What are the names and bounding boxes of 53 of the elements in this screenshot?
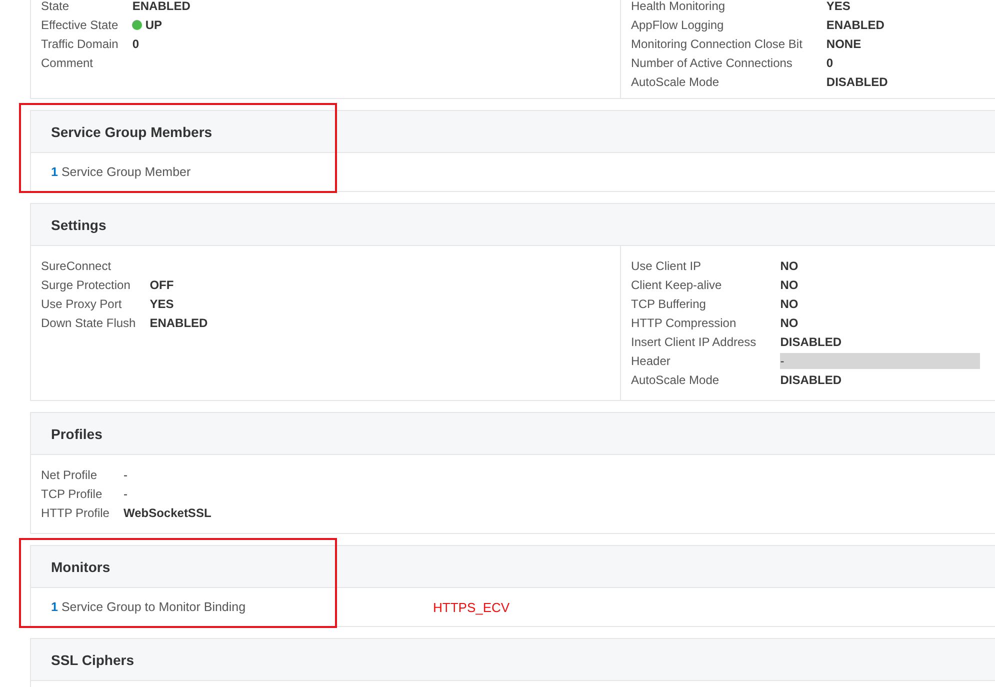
field-label: Use Client IP: [631, 258, 702, 274]
field-label: Net Profile: [41, 467, 98, 483]
field-value: 0: [826, 55, 834, 71]
field-label: SureConnect: [41, 258, 112, 274]
field-label: State: [41, 0, 70, 14]
field-label: Traffic Domain: [41, 36, 118, 52]
binding-link[interactable]: 1 Service Group to Monitor Binding: [51, 600, 246, 614]
field-value: NO: [780, 258, 800, 274]
field-label: Health Monitoring: [631, 0, 726, 14]
field-value: NO: [780, 315, 800, 331]
field-label: Comment: [41, 55, 94, 71]
field-value: -: [123, 486, 128, 502]
field-value: 0: [132, 36, 140, 52]
field-label: Header: [631, 353, 672, 369]
field-label: Number of Active Connections: [631, 55, 794, 71]
field-label: TCP Profile: [41, 486, 104, 502]
field-label: AutoScale Mode: [631, 372, 720, 388]
field-value: WebSocketSSL: [123, 505, 212, 521]
section-title: Profiles: [51, 426, 102, 442]
field-value: OFF: [150, 277, 175, 293]
header-value: -: [780, 353, 980, 369]
field-label: AutoScale Mode: [631, 74, 720, 90]
field-label: TCP Buffering: [631, 296, 707, 312]
binding-link[interactable]: 1 Service Group Member: [51, 165, 191, 179]
field-value: NO: [780, 296, 800, 312]
field-label: Insert Client IP Address: [631, 334, 756, 350]
section-title: Monitors: [51, 558, 110, 574]
field-value: -: [123, 467, 128, 483]
field-value: NONE: [826, 36, 862, 52]
field-label: HTTP Profile: [41, 505, 110, 521]
field-label: Effective State: [41, 17, 118, 33]
field-label: HTTP Compression: [631, 315, 738, 331]
field-value: ENABLED: [826, 17, 886, 33]
field-label: Client Keep-alive: [631, 277, 723, 293]
status-dot-icon: [132, 20, 142, 30]
field-value: ENABLED: [132, 0, 192, 14]
section-title: Settings: [51, 216, 106, 232]
field-value: DISABLED: [780, 334, 843, 350]
section-title: SSL Ciphers: [51, 652, 134, 668]
field-label: Use Proxy Port: [41, 296, 123, 312]
field-value: ENABLED: [150, 315, 209, 331]
field-value: YES: [150, 296, 175, 312]
field-value: YES: [826, 0, 852, 14]
section-title: Service Group Members: [51, 124, 212, 140]
field-label: Down State Flush: [41, 315, 136, 331]
field-label: AppFlow Logging: [631, 17, 725, 33]
field-value: UP: [145, 17, 162, 33]
annotation-text: HTTPS_ECV: [433, 600, 510, 614]
field-value: DISABLED: [826, 74, 889, 90]
field-label: Monitoring Connection Close Bit: [631, 36, 802, 52]
field-value: NO: [780, 277, 800, 293]
field-value: DISABLED: [780, 372, 843, 388]
field-label: Surge Protection: [41, 277, 132, 293]
